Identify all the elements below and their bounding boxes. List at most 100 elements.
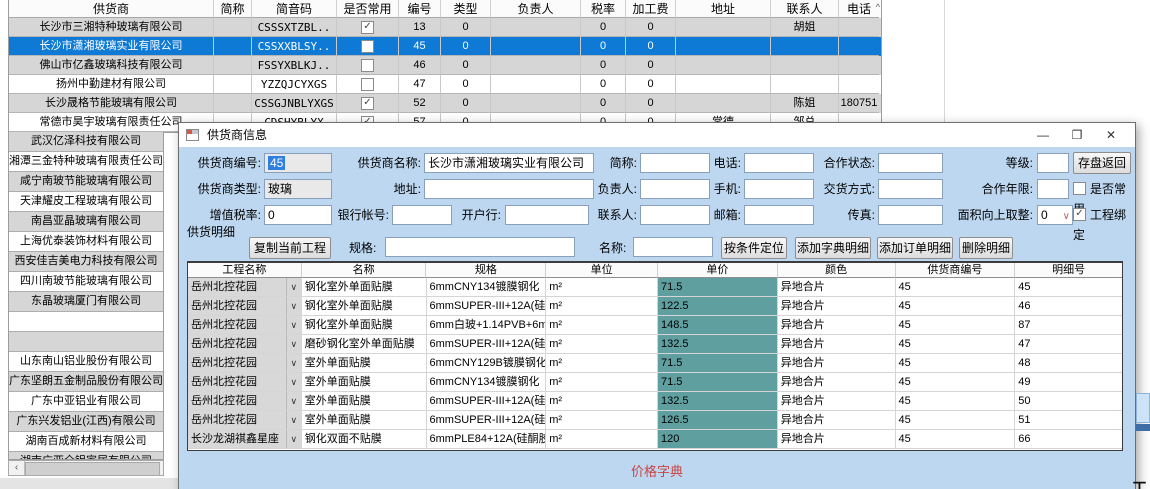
table-row[interactable]: 岳州北控花园∨ 室外单面贴膜 6mmSUPER-III+12A(硅.. m² 1… bbox=[188, 411, 1122, 430]
col-header-id[interactable]: 编号 bbox=[399, 0, 441, 18]
table-row[interactable]: 岳州北控花园∨ 磨砂钢化室外单面贴膜 6mmSUPER-III+12A(硅.. … bbox=[188, 335, 1122, 354]
minimize-button[interactable]: — bbox=[1027, 123, 1059, 147]
chevron-down-icon[interactable]: ∨ bbox=[286, 335, 301, 353]
list-item[interactable]: 山东南山铝业股份有限公司 bbox=[9, 352, 163, 372]
cell-price[interactable]: 122.5 bbox=[658, 297, 778, 316]
list-item[interactable]: 湖南百成新材料有限公司 bbox=[9, 432, 163, 452]
chevron-down-icon[interactable]: ∨ bbox=[286, 411, 301, 429]
project-combobox[interactable]: 岳州北控花园∨ bbox=[188, 373, 302, 392]
cell-price[interactable]: 126.5 bbox=[658, 411, 778, 430]
col-header-unit[interactable]: 单位 bbox=[546, 263, 658, 278]
is-common-checkbox-group[interactable]: 是否常用 bbox=[1073, 179, 1135, 199]
col-header-supplier[interactable]: 供货商 bbox=[9, 0, 214, 18]
dialog-titlebar[interactable]: 供货商信息 — ❐ ✕ bbox=[179, 123, 1135, 147]
supplier-type-field[interactable]: 玻璃 bbox=[264, 179, 332, 199]
table-row[interactable]: 长沙晟格节能玻璃有限公司 CSSGJNBLYXGS 52 0 0 0 陈姐 18… bbox=[9, 94, 881, 113]
list-item[interactable]: 湘潭三金特种玻璃有限责任公司 bbox=[9, 152, 163, 172]
table-row[interactable]: 岳州北控花园∨ 钢化室外单面贴膜 6mmCNY134镀膜钢化 m² 71.5 异… bbox=[188, 278, 1122, 297]
col-header-price[interactable]: 单价 bbox=[658, 263, 778, 278]
copy-current-project-button[interactable]: 复制当前工程 bbox=[249, 237, 331, 259]
col-header-type[interactable]: 类型 bbox=[441, 0, 491, 18]
common-checkbox[interactable] bbox=[361, 40, 374, 53]
contact-field[interactable] bbox=[640, 205, 710, 225]
col-header-tax[interactable]: 税率 bbox=[581, 0, 626, 18]
col-header-detail-id[interactable]: 明细号 bbox=[1015, 263, 1122, 278]
col-header-spec[interactable]: 规格 bbox=[426, 263, 546, 278]
manager-field[interactable] bbox=[640, 179, 710, 199]
chevron-down-icon[interactable]: ∨ bbox=[286, 278, 301, 296]
delete-detail-button[interactable]: 删除明细 bbox=[959, 237, 1013, 259]
area-round-up-combobox[interactable]: 0∨ bbox=[1037, 205, 1073, 225]
list-item[interactable]: 上海优泰装饰材料有限公司 bbox=[9, 232, 163, 252]
horizontal-scrollbar[interactable]: ‹ bbox=[8, 460, 164, 476]
scroll-left-icon[interactable]: ‹ bbox=[9, 461, 25, 475]
chevron-down-icon[interactable]: ∨ bbox=[286, 392, 301, 410]
chevron-down-icon[interactable]: ∨ bbox=[286, 354, 301, 372]
grade-field[interactable] bbox=[1037, 153, 1069, 173]
phone-field[interactable] bbox=[744, 153, 814, 173]
cell-price[interactable]: 132.5 bbox=[658, 392, 778, 411]
bank-name-field[interactable] bbox=[505, 205, 589, 225]
cell-price[interactable]: 120 bbox=[658, 430, 778, 449]
common-checkbox[interactable] bbox=[361, 59, 374, 72]
table-row[interactable]: 岳州北控花园∨ 钢化室外单面贴膜 6mmSUPER-III+12A(硅.. m²… bbox=[188, 297, 1122, 316]
email-field[interactable] bbox=[744, 205, 814, 225]
name-filter-input[interactable] bbox=[633, 237, 713, 257]
list-item[interactable]: 西安佳吉美电力科技有限公司 bbox=[9, 252, 163, 272]
col-header-project[interactable]: 工程名称 bbox=[188, 263, 302, 278]
is-common-checkbox[interactable] bbox=[1073, 182, 1086, 195]
list-item[interactable]: 广东中亚铝业有限公司 bbox=[9, 392, 163, 412]
address-field[interactable] bbox=[424, 179, 594, 199]
project-combobox[interactable]: 岳州北控花园∨ bbox=[188, 335, 302, 354]
list-item[interactable]: 广东兴发铝业(江西)有限公司 bbox=[9, 412, 163, 432]
col-header-supplier-id[interactable]: 供货商编号 bbox=[896, 263, 1016, 278]
chevron-down-icon[interactable]: ∨ bbox=[1063, 208, 1070, 225]
table-row[interactable]: 岳州北控花园∨ 钢化室外单面贴膜 6mm白玻+1.14PVB+6mm.. m² … bbox=[188, 316, 1122, 335]
list-item[interactable]: 东晶玻璃厦门有限公司 bbox=[9, 292, 163, 312]
scroll-up-icon[interactable]: ^ bbox=[876, 2, 880, 12]
common-checkbox[interactable] bbox=[361, 21, 374, 34]
maximize-button[interactable]: ❐ bbox=[1061, 123, 1093, 147]
col-header-common[interactable]: 是否常用 bbox=[337, 0, 399, 18]
project-combobox[interactable]: 岳州北控花园∨ bbox=[188, 392, 302, 411]
add-order-detail-button[interactable]: 添加订单明细 bbox=[877, 237, 953, 259]
col-header-color[interactable]: 颜色 bbox=[778, 263, 896, 278]
list-item[interactable] bbox=[9, 332, 163, 352]
list-item[interactable]: 湖南广亚全铝家居有限公司 bbox=[9, 452, 163, 460]
col-header-name[interactable]: 名称 bbox=[302, 263, 427, 278]
project-combobox[interactable]: 岳州北控花园∨ bbox=[188, 354, 302, 373]
col-header-manager[interactable]: 负责人 bbox=[491, 0, 581, 18]
common-checkbox[interactable] bbox=[361, 78, 374, 91]
project-combobox[interactable]: 岳州北控花园∨ bbox=[188, 278, 302, 297]
chevron-down-icon[interactable]: ∨ bbox=[286, 373, 301, 391]
cell-price[interactable]: 132.5 bbox=[658, 335, 778, 354]
project-bind-checkbox-group[interactable]: 工程绑定 bbox=[1073, 205, 1135, 225]
add-dict-detail-button[interactable]: 添加字典明细 bbox=[795, 237, 871, 259]
col-header-code[interactable]: 简音码 bbox=[252, 0, 337, 18]
coop-years-field[interactable] bbox=[1037, 179, 1069, 199]
table-row[interactable]: 长沙龙湖祺鑫星座∨ 钢化双面不贴膜 6mmPLE84+12A(硅酮胶.. m² … bbox=[188, 430, 1122, 449]
list-item[interactable] bbox=[9, 312, 163, 332]
common-checkbox[interactable] bbox=[361, 97, 374, 110]
save-return-button[interactable]: 存盘返回 bbox=[1073, 152, 1131, 174]
cell-price[interactable]: 71.5 bbox=[658, 354, 778, 373]
scrollbar-thumb[interactable] bbox=[25, 462, 160, 476]
table-row[interactable]: 扬州中勤建材有限公司 YZZQJCYXGS 47 0 0 0 bbox=[9, 75, 881, 94]
table-row[interactable]: 佛山市亿鑫玻璃科技有限公司 FSSYXBLKJ.. 46 0 0 0 bbox=[9, 56, 881, 75]
col-header-address[interactable]: 地址 bbox=[676, 0, 771, 18]
project-combobox[interactable]: 岳州北控花园∨ bbox=[188, 316, 302, 335]
table-row[interactable]: 岳州北控花园∨ 室外单面贴膜 6mmSUPER-III+12A(硅.. m² 1… bbox=[188, 392, 1122, 411]
supplier-id-field[interactable]: 45 bbox=[264, 153, 332, 173]
short-name-field[interactable] bbox=[640, 153, 710, 173]
project-combobox[interactable]: 长沙龙湖祺鑫星座∨ bbox=[188, 430, 302, 449]
col-header-fee[interactable]: 加工费 bbox=[626, 0, 676, 18]
cell-price[interactable]: 71.5 bbox=[658, 373, 778, 392]
list-item[interactable]: 武汉亿泽科技有限公司 bbox=[9, 132, 163, 152]
list-item[interactable]: 咸宁南玻节能玻璃有限公司 bbox=[9, 172, 163, 192]
table-row[interactable]: 岳州北控花园∨ 室外单面贴膜 6mmCNY134镀膜钢化 m² 71.5 异地合… bbox=[188, 373, 1122, 392]
table-row[interactable]: 长沙市潇湘玻璃实业有限公司 CSSXXBLSY.. 45 0 0 0 bbox=[9, 37, 881, 56]
col-header-phone[interactable]: 电话 bbox=[839, 0, 879, 18]
mobile-field[interactable] bbox=[744, 179, 814, 199]
close-button[interactable]: ✕ bbox=[1095, 123, 1127, 147]
cell-price[interactable]: 71.5 bbox=[658, 278, 778, 297]
